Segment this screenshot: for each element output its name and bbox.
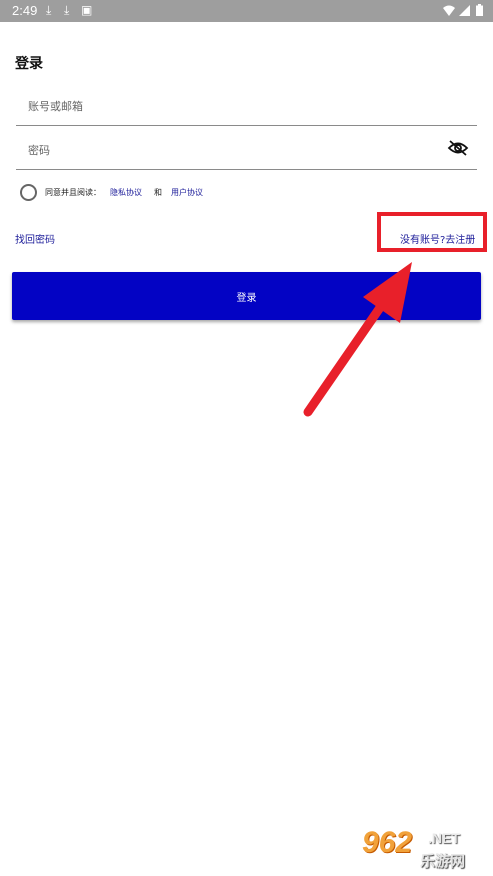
watermark-suffix: .NET bbox=[428, 830, 460, 846]
annotation-arrow bbox=[303, 262, 412, 417]
watermark-main: 962 bbox=[362, 826, 413, 859]
watermark-logo: 962 .NET 乐游网 bbox=[356, 826, 486, 872]
watermark-sub: 乐游网 bbox=[420, 852, 466, 870]
